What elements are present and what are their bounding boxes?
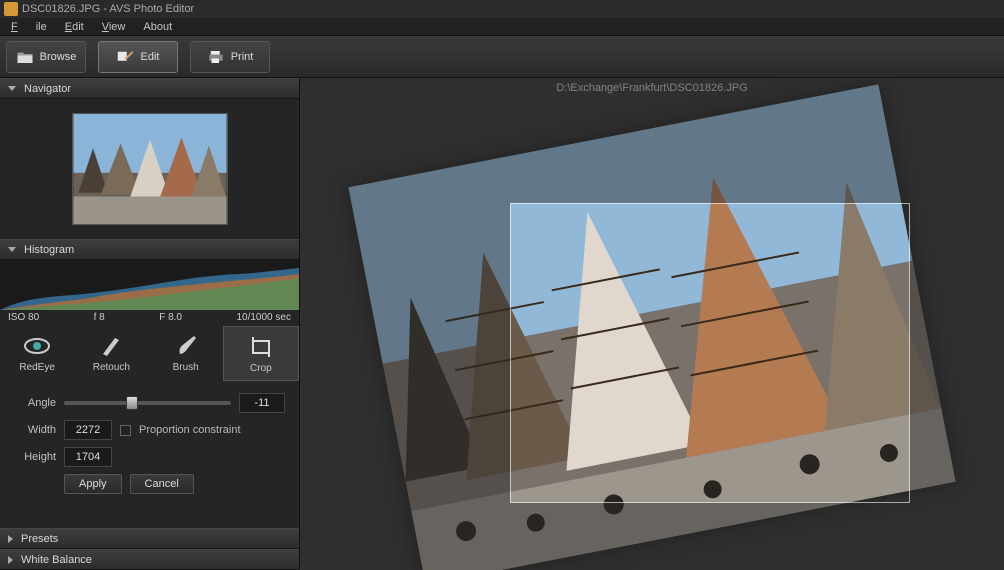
crop-frame[interactable] — [510, 203, 910, 503]
menu-view[interactable]: View — [93, 20, 135, 34]
width-label: Width — [14, 424, 56, 436]
folder-icon — [16, 49, 34, 65]
whitebalance-panel-head[interactable]: White Balance — [0, 549, 299, 570]
print-button[interactable]: Print — [190, 41, 270, 73]
tool-redeye[interactable]: RedEye — [0, 326, 74, 381]
title-bar: DSC01826.JPG - AVS Photo Editor — [0, 0, 1004, 18]
height-label: Height — [14, 451, 56, 463]
menu-edit[interactable]: Edit — [56, 20, 93, 34]
menu-file[interactable]: File — [2, 20, 56, 34]
apply-button[interactable]: Apply — [64, 474, 122, 494]
left-sidebar: Navigator Histogram — [0, 78, 300, 570]
cancel-button[interactable]: Cancel — [130, 474, 194, 494]
printer-icon — [207, 49, 225, 65]
file-path-label: D:\Exchange\Frankfurt\DSC01826.JPG — [300, 78, 1004, 98]
width-value[interactable]: 2272 — [64, 420, 112, 440]
navigator-panel-head[interactable]: Navigator — [0, 78, 299, 99]
histogram-panel-head[interactable]: Histogram — [0, 239, 299, 260]
pencil-icon — [117, 49, 135, 65]
angle-slider[interactable] — [64, 401, 231, 405]
canvas-area: D:\Exchange\Frankfurt\DSC01826.JPG — [300, 78, 1004, 570]
navigator-panel — [0, 99, 299, 239]
brush-icon — [172, 334, 200, 358]
chevron-right-icon — [8, 556, 13, 564]
eye-icon — [23, 334, 51, 358]
angle-value[interactable]: -11 — [239, 393, 285, 413]
tool-crop[interactable]: Crop — [223, 326, 299, 381]
tool-brush[interactable]: Brush — [149, 326, 223, 381]
angle-label: Angle — [14, 397, 56, 409]
height-value[interactable]: 1704 — [64, 447, 112, 467]
edit-button[interactable]: Edit — [98, 41, 178, 73]
menu-bar: File Edit View About — [0, 18, 1004, 36]
retouch-icon — [97, 334, 125, 358]
tool-retouch[interactable]: Retouch — [74, 326, 148, 381]
tool-strip: RedEye Retouch Brush Crop — [0, 326, 299, 381]
navigator-thumbnail[interactable] — [72, 113, 228, 225]
app-icon — [4, 2, 18, 16]
canvas-viewport[interactable] — [350, 118, 954, 550]
browse-button[interactable]: Browse — [6, 41, 86, 73]
histogram-panel — [0, 260, 299, 310]
chevron-down-icon — [8, 86, 16, 91]
histogram-meta: ISO 80 f 8 F 8.0 10/1000 sec — [0, 310, 299, 326]
menu-about[interactable]: About — [134, 20, 181, 34]
proportion-checkbox[interactable] — [120, 425, 131, 436]
proportion-label: Proportion constraint — [139, 424, 241, 436]
chevron-down-icon — [8, 247, 16, 252]
crop-controls: Angle -11 Width 2272 Proportion constrai… — [0, 381, 299, 504]
slider-knob[interactable] — [126, 396, 138, 410]
window-title: DSC01826.JPG - AVS Photo Editor — [22, 3, 194, 15]
presets-panel-head[interactable]: Presets — [0, 528, 299, 549]
chevron-right-icon — [8, 535, 13, 543]
main-toolbar: Browse Edit Print — [0, 36, 1004, 78]
crop-icon — [247, 335, 275, 359]
